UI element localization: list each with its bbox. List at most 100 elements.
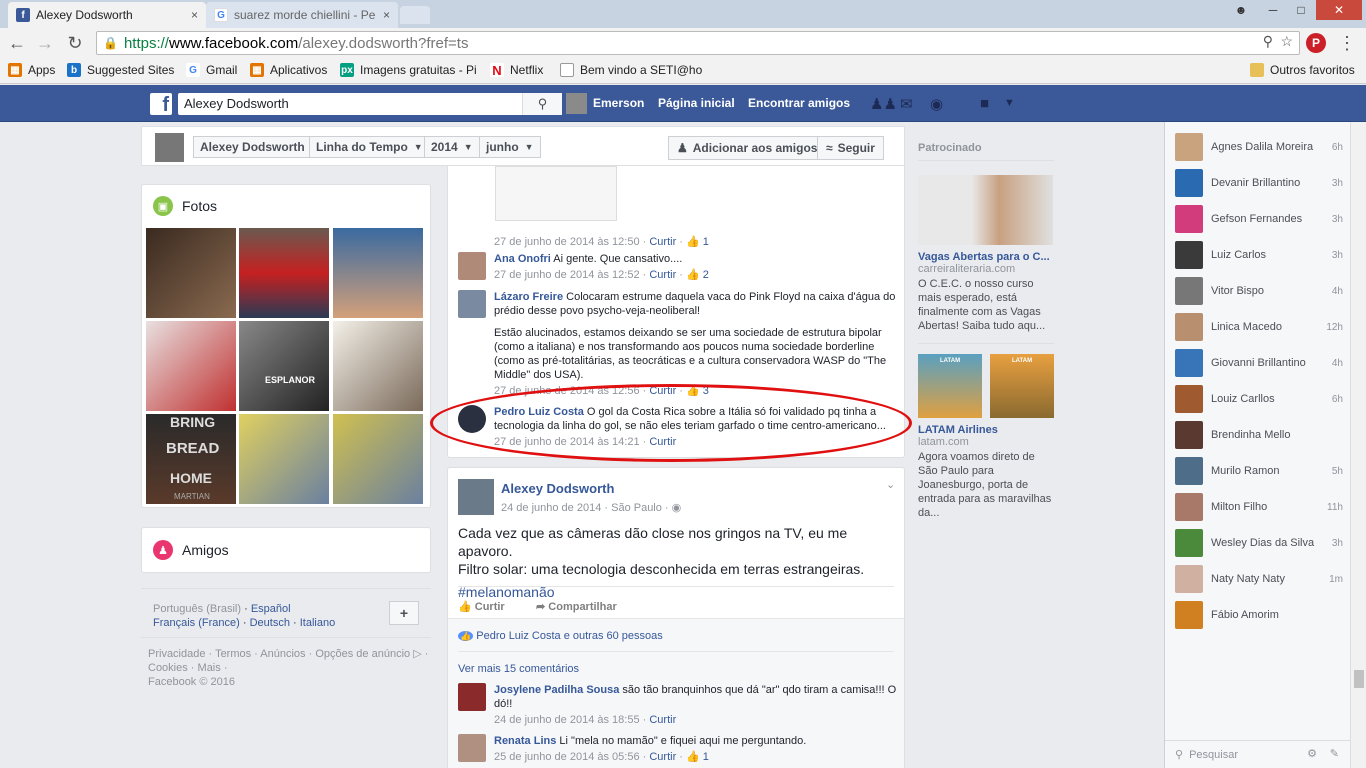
bookmark-apps[interactable]: ▦ Apps bbox=[8, 63, 55, 77]
ad-url[interactable]: latam.com bbox=[918, 436, 1054, 448]
bookmark-gmail[interactable]: G Gmail bbox=[186, 63, 237, 77]
close-tab-icon[interactable]: × bbox=[383, 8, 390, 22]
add-friend-button[interactable]: ♟ Adicionar aos amigos bbox=[668, 136, 827, 160]
chat-friend-row[interactable]: Vitor Bispo 4h bbox=[1175, 276, 1343, 306]
bookmark-suggested-sites[interactable]: b Suggested Sites bbox=[67, 63, 174, 77]
chat-search-input[interactable]: ⚲ Pesquisar ⚙ ✎ bbox=[1165, 740, 1351, 768]
footer-link[interactable]: Anúncios bbox=[260, 648, 305, 660]
photo-thumbnail[interactable] bbox=[333, 321, 423, 411]
bookmark-other[interactable]: Outros favoritos bbox=[1250, 63, 1355, 77]
year-select[interactable]: 2014 ▼ bbox=[424, 136, 480, 158]
photo-thumbnail[interactable] bbox=[333, 228, 423, 318]
chat-friend-row[interactable]: Murilo Ramon 5h bbox=[1175, 456, 1343, 486]
like-count-icon[interactable]: 👍 bbox=[686, 269, 700, 281]
photos-header[interactable]: ▣ Fotos bbox=[153, 196, 217, 216]
search-icon[interactable]: ⚲ bbox=[522, 93, 562, 115]
commenter-name[interactable]: Renata Lins bbox=[494, 735, 556, 747]
photo-thumbnail[interactable] bbox=[239, 228, 329, 318]
post-place[interactable]: São Paulo bbox=[611, 502, 662, 514]
photo-thumbnail[interactable]: BRING BREAD HOME MARTIAN bbox=[146, 414, 236, 504]
avatar[interactable] bbox=[458, 479, 494, 515]
close-tab-icon[interactable]: × bbox=[191, 8, 198, 22]
tab-suarez[interactable]: G suarez morde chiellini - Pe × bbox=[206, 2, 398, 28]
language-link[interactable]: Italiano bbox=[300, 617, 335, 629]
close-window-icon[interactable]: ✕ bbox=[1316, 0, 1362, 20]
compose-icon[interactable]: ✎ bbox=[1330, 747, 1339, 760]
home-link[interactable]: Página inicial bbox=[658, 96, 735, 110]
add-language-button[interactable]: + bbox=[389, 601, 419, 625]
timeline-section-select[interactable]: Linha do Tempo ▼ bbox=[309, 136, 430, 158]
ad-image[interactable] bbox=[918, 175, 1053, 245]
chat-friend-row[interactable]: Gefson Fernandes 3h bbox=[1175, 204, 1343, 234]
photo-thumbnail[interactable] bbox=[146, 321, 236, 411]
commenter-name[interactable]: Lázaro Freire bbox=[494, 291, 563, 303]
forward-icon[interactable]: → bbox=[34, 32, 56, 54]
ad-title[interactable]: LATAM Airlines bbox=[918, 424, 1054, 436]
chat-friend-row[interactable]: Giovanni Brillantino 4h bbox=[1175, 348, 1343, 378]
footer-link[interactable]: Opções de anúncio bbox=[315, 648, 410, 660]
friends-header[interactable]: ♟ Amigos bbox=[153, 540, 229, 560]
scrollbar-thumb[interactable] bbox=[1354, 670, 1364, 688]
footer-link[interactable]: Privacidade bbox=[148, 648, 205, 660]
footer-link[interactable]: Cookies bbox=[148, 662, 188, 674]
footer-link[interactable]: Mais bbox=[198, 662, 221, 674]
language-link[interactable]: Deutsch bbox=[250, 617, 290, 629]
avatar[interactable] bbox=[566, 93, 587, 114]
address-bar[interactable]: 🔒 https://www.facebook.com/alexey.dodswo… bbox=[96, 31, 1300, 55]
ad-title[interactable]: Vagas Abertas para o C... bbox=[918, 251, 1054, 263]
ad-url[interactable]: carreiraliteraria.com bbox=[918, 263, 1054, 275]
friend-requests-icon[interactable]: ♟♟ bbox=[870, 95, 897, 113]
chat-friend-row[interactable]: Linica Macedo 12h bbox=[1175, 312, 1343, 342]
chat-friend-row[interactable]: Wesley Dias da Silva 3h bbox=[1175, 528, 1343, 558]
menu-icon[interactable]: ⋮ bbox=[1336, 32, 1358, 54]
photo-thumbnail[interactable] bbox=[146, 228, 236, 318]
chat-friend-row[interactable]: Luiz Carlos 3h bbox=[1175, 240, 1343, 270]
avatar[interactable] bbox=[458, 290, 486, 318]
chat-friend-row[interactable]: Louiz Carllos 6h bbox=[1175, 384, 1343, 414]
facebook-logo-icon[interactable]: f bbox=[150, 93, 172, 115]
ad-image[interactable]: LATAM bbox=[990, 354, 1054, 418]
user-profile-icon[interactable]: ☻ bbox=[1226, 0, 1256, 20]
notifications-globe-icon[interactable]: ◉ bbox=[930, 95, 943, 113]
bookmark-star-icon[interactable]: ☆ bbox=[1280, 33, 1293, 50]
bookmark-aplicativos[interactable]: ▦ Aplicativos bbox=[250, 63, 327, 77]
back-icon[interactable]: ← bbox=[6, 32, 28, 54]
find-friends-link[interactable]: Encontrar amigos bbox=[748, 96, 850, 110]
month-select[interactable]: junho ▼ bbox=[479, 136, 541, 158]
bookmark-netflix[interactable]: N Netflix bbox=[490, 63, 543, 78]
new-tab-button[interactable] bbox=[400, 6, 430, 24]
messages-icon[interactable]: ✉ bbox=[900, 95, 913, 113]
privacy-shortcuts-icon[interactable]: ■ bbox=[980, 95, 989, 112]
commenter-name[interactable]: Ana Onofri bbox=[494, 253, 551, 265]
bookmark-seti[interactable]: Bem vindo a SETI@ho bbox=[560, 63, 702, 77]
gear-icon[interactable]: ⚙ bbox=[1307, 747, 1317, 760]
maximize-icon[interactable]: □ bbox=[1286, 0, 1316, 20]
commenter-name[interactable]: Josylene Padilha Sousa bbox=[494, 684, 619, 696]
like-post-button[interactable]: 👍 Curtir bbox=[458, 600, 505, 613]
like-count[interactable]: 2 bbox=[703, 269, 709, 281]
view-more-comments-link[interactable]: Ver mais 15 comentários bbox=[458, 663, 579, 675]
reload-icon[interactable]: ↻ bbox=[64, 32, 86, 54]
like-count-icon[interactable]: 👍 bbox=[686, 236, 700, 248]
post-author[interactable]: Alexey Dodsworth bbox=[501, 481, 614, 496]
page-scrollbar[interactable] bbox=[1350, 122, 1366, 768]
chat-friend-row[interactable]: Naty Naty Naty 1m bbox=[1175, 564, 1343, 594]
like-count[interactable]: 1 bbox=[703, 236, 709, 248]
profile-link[interactable]: Emerson bbox=[593, 96, 644, 110]
post-date[interactable]: 24 de junho de 2014 bbox=[501, 502, 601, 514]
photo-thumbnail[interactable]: ESPLANOR bbox=[239, 321, 329, 411]
minimize-icon[interactable]: ─ bbox=[1258, 0, 1288, 20]
avatar[interactable] bbox=[458, 252, 486, 280]
like-comment-link[interactable]: Curtir bbox=[649, 751, 676, 763]
likers-summary[interactable]: 👍 Pedro Luiz Costa e outras 60 pessoas bbox=[458, 630, 663, 642]
share-post-button[interactable]: ➦ Compartilhar bbox=[536, 600, 617, 613]
shared-image-preview[interactable] bbox=[495, 166, 617, 221]
tab-alexey[interactable]: f Alexey Dodsworth × bbox=[8, 2, 206, 28]
follow-button[interactable]: ≈ Seguir bbox=[817, 136, 884, 160]
chat-friend-row[interactable]: Devanir Brillantino 3h bbox=[1175, 168, 1343, 198]
post-options-chevron-icon[interactable]: ⌄ bbox=[886, 478, 895, 491]
avatar[interactable] bbox=[458, 683, 486, 711]
chat-friend-row[interactable]: Fábio Amorim bbox=[1175, 600, 1343, 630]
like-comment-link[interactable]: Curtir bbox=[649, 236, 676, 248]
like-comment-link[interactable]: Curtir bbox=[649, 269, 676, 281]
